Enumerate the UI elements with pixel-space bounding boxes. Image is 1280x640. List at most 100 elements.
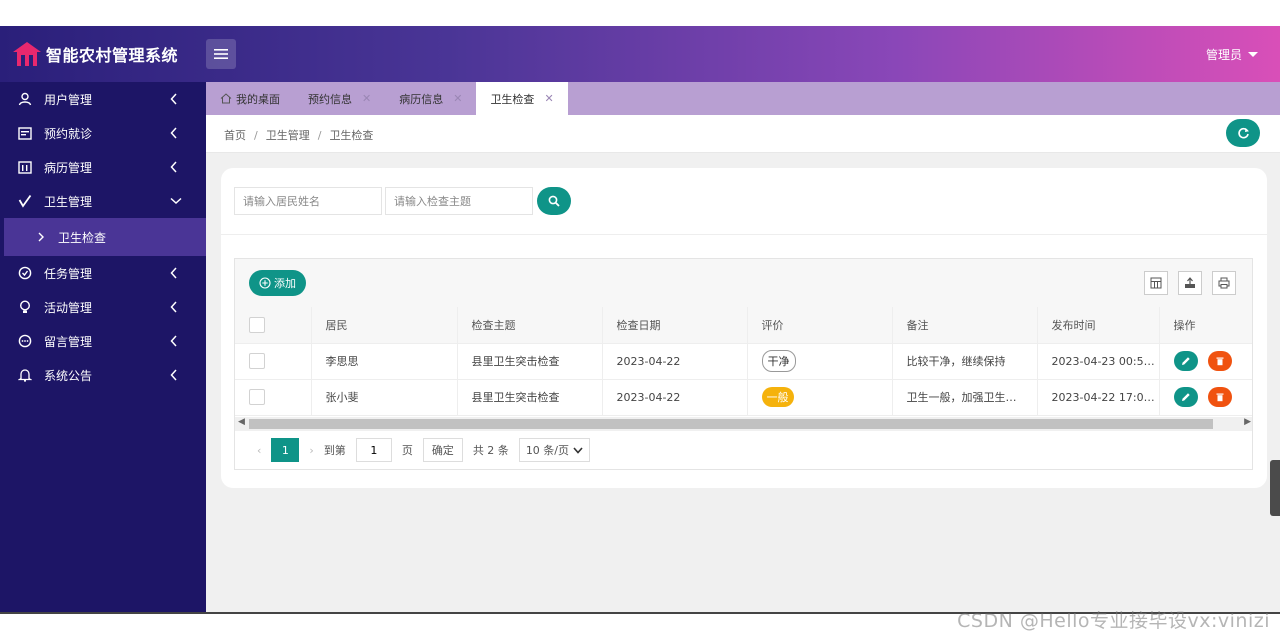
rating-badge: 干净 (761, 350, 796, 372)
sidebar-item-activities[interactable]: 活动管理 (0, 290, 206, 324)
sidebar-item-appointment[interactable]: 预约就诊 (0, 116, 206, 150)
cell-actions (1159, 343, 1252, 380)
row-checkbox[interactable] (249, 389, 265, 405)
cell-published: 2023-04-23 00:54:47 (1037, 343, 1160, 380)
tab-hygiene-check[interactable]: 卫生检查 ✕ (476, 82, 568, 115)
chevron-left-icon (170, 335, 177, 347)
column-header[interactable]: 备注 (892, 307, 1038, 344)
sidebar-item-label: 卫生管理 (44, 194, 93, 209)
column-header[interactable]: 检查日期 (602, 307, 748, 344)
search-button[interactable] (537, 187, 571, 215)
scroll-left-icon[interactable]: ◀ (238, 417, 245, 427)
chevron-down-icon (170, 197, 182, 205)
column-header[interactable]: 居民 (311, 307, 458, 344)
resident-name-input[interactable] (234, 187, 382, 215)
scroll-thumb[interactable] (249, 419, 1213, 429)
sidebar-subitem-hygiene-check[interactable]: 卫生检查 (4, 218, 206, 256)
tab-bar: 我的桌面 预约信息 ✕ 病历信息 ✕ 卫生检查 ✕ (206, 82, 1280, 115)
prev-page-icon[interactable]: ‹ (257, 444, 261, 457)
topic-input[interactable] (385, 187, 533, 215)
sidebar-item-notices[interactable]: 系统公告 (0, 358, 206, 392)
hamburger-icon (214, 49, 228, 59)
tab-label: 病历信息 (399, 92, 444, 106)
delete-button[interactable] (1207, 351, 1232, 371)
row-checkbox[interactable] (249, 353, 265, 369)
tab-desktop[interactable]: 我的桌面 (206, 82, 294, 115)
page-size-value: 10 条/页 (525, 444, 570, 457)
scroll-right-icon[interactable]: ▶ (1244, 417, 1251, 427)
page-unit-label: 页 (401, 444, 413, 457)
tab-appointments[interactable]: 预约信息 ✕ (294, 82, 385, 115)
sidebar-item-tasks[interactable]: 任务管理 (0, 256, 206, 290)
chevron-left-icon (170, 127, 177, 139)
delete-button[interactable] (1207, 387, 1232, 407)
add-button[interactable]: 添加 (249, 270, 306, 296)
sidebar-item-users[interactable]: 用户管理 (0, 82, 206, 116)
tab-records[interactable]: 病历信息 ✕ (385, 82, 476, 115)
cell-topic: 县里卫生突击检查 (457, 343, 603, 380)
breadcrumb-bar: 首页 / 卫生管理 / 卫生检查 (206, 115, 1280, 153)
tab-label: 预约信息 (308, 92, 352, 106)
calendar-icon (18, 126, 32, 140)
chevron-left-icon (170, 161, 177, 173)
top-header: 智能农村管理系统 管理员 (0, 26, 1280, 82)
user-menu[interactable]: 管理员 (1206, 46, 1258, 63)
breadcrumb-section[interactable]: 卫生管理 (266, 129, 310, 142)
horizontal-scrollbar[interactable]: ◀ ▶ (235, 417, 1252, 431)
user-icon (18, 92, 32, 106)
add-button-label: 添加 (274, 277, 296, 290)
close-icon[interactable]: ✕ (544, 92, 553, 105)
tab-label: 卫生检查 (490, 92, 535, 106)
sidebar-item-messages[interactable]: 留言管理 (0, 324, 206, 358)
cell-actions (1159, 379, 1252, 416)
page-1-button[interactable]: 1 (271, 438, 300, 462)
columns-filter-button[interactable] (1144, 271, 1168, 295)
cell-resident: 李思思 (311, 343, 458, 380)
export-button[interactable] (1178, 271, 1202, 295)
menu-toggle-button[interactable] (206, 39, 236, 69)
refresh-button[interactable] (1226, 119, 1260, 147)
record-icon (18, 160, 32, 174)
row-select (235, 379, 312, 416)
sidebar-item-hygiene[interactable]: 卫生管理 (0, 184, 206, 218)
header-select (235, 307, 312, 344)
pencil-icon (1181, 393, 1190, 401)
row-select (235, 343, 312, 380)
home-icon (220, 93, 232, 104)
column-header[interactable]: 发布时间 (1037, 307, 1160, 344)
table-header-row: 居民 检查主题 检查日期 评价 备注 发布时间 操作 (235, 307, 1252, 344)
goto-page-input[interactable] (355, 438, 392, 462)
chevron-left-icon (170, 369, 177, 381)
trash-icon (1216, 393, 1223, 402)
chevron-left-icon (170, 267, 177, 279)
column-header[interactable]: 评价 (747, 307, 893, 344)
export-icon (1185, 277, 1195, 288)
caret-down-icon (1248, 52, 1258, 57)
search-icon (548, 195, 560, 207)
house-logo-icon (13, 42, 41, 66)
column-header[interactable]: 检查主题 (457, 307, 603, 344)
select-all-checkbox[interactable] (249, 316, 265, 333)
sidebar-item-records[interactable]: 病历管理 (0, 150, 206, 184)
sidebar-item-label: 预约就诊 (44, 126, 93, 141)
close-icon[interactable]: ✕ (453, 92, 462, 105)
table-row: 张小斐 县里卫生突击检查 2023-04-22 一般 卫生一般，加强卫生… 20… (235, 379, 1252, 416)
plus-circle-icon (259, 277, 271, 289)
trash-icon (1216, 357, 1223, 366)
goto-confirm-button[interactable]: 确定 (422, 438, 463, 462)
edit-button[interactable] (1173, 351, 1198, 371)
print-button[interactable] (1212, 271, 1236, 295)
side-drawer-handle[interactable] (1270, 460, 1280, 516)
page-size-select[interactable]: 10 条/页 (518, 438, 591, 462)
edit-button[interactable] (1173, 387, 1198, 407)
cell-rating: 干净 (747, 343, 893, 380)
next-page-icon[interactable]: › (309, 444, 313, 457)
print-icon (1218, 277, 1230, 289)
cell-rating: 一般 (747, 379, 893, 416)
breadcrumb-home[interactable]: 首页 (224, 129, 246, 142)
tab-label: 我的桌面 (236, 92, 280, 106)
chevron-right-icon (38, 232, 44, 242)
app-window: 智能农村管理系统 管理员 用户管理 预约就诊 病历管理 卫生管理 卫生检查 任务… (0, 26, 1280, 612)
close-icon[interactable]: ✕ (362, 92, 371, 105)
main-card: 添加 居民 (221, 168, 1267, 488)
